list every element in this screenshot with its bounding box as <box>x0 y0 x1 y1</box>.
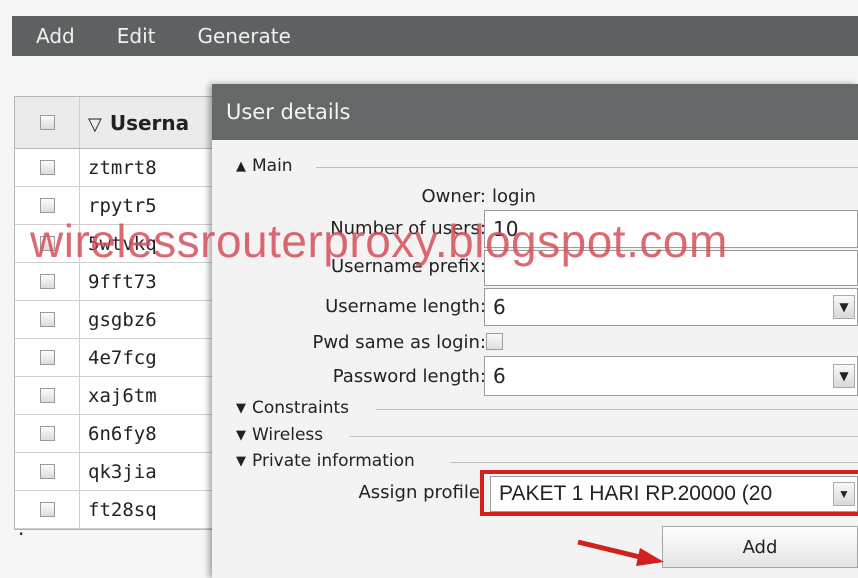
annotation-arrow-icon <box>577 539 664 566</box>
